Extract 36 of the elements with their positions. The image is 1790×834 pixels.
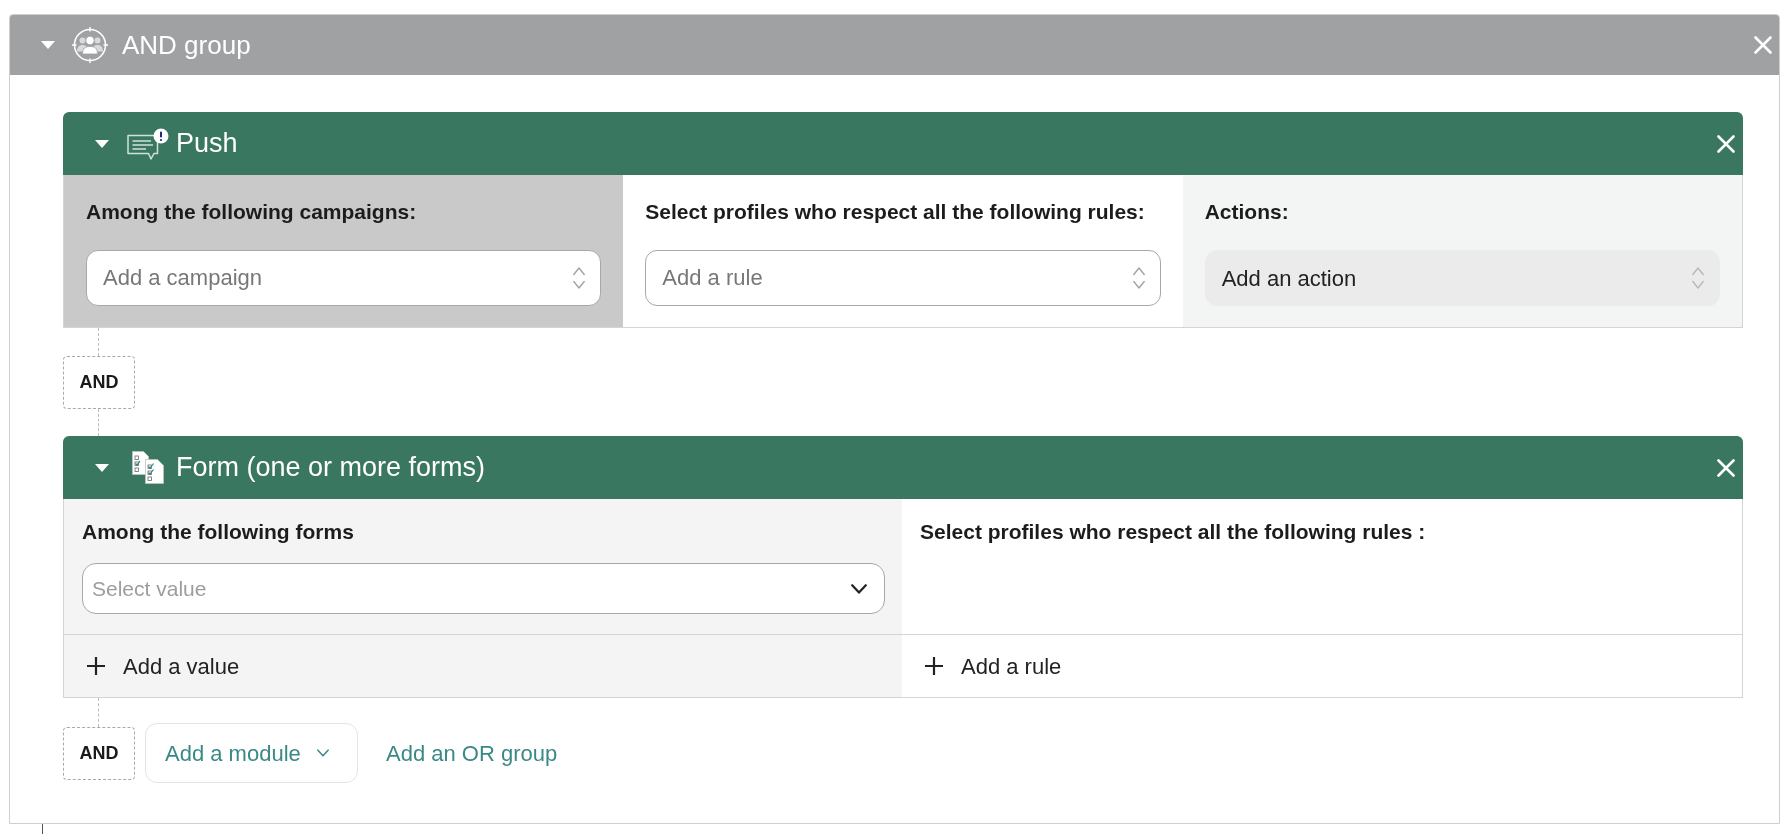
add-group-link[interactable]: Add an OR group [386, 723, 558, 783]
section-label: Select profiles who respect all the following rules: [645, 199, 1146, 225]
caret-icon[interactable] [95, 463, 109, 472]
chevron-updown-icon [1692, 267, 1704, 289]
chevron-down-icon [316, 749, 329, 757]
message-alert-icon [127, 127, 169, 160]
select-field[interactable]: Add a rule [645, 250, 1161, 306]
section-label: Actions: [1204, 199, 1290, 225]
plus-icon [87, 657, 105, 675]
connector-line [98, 328, 99, 356]
section-label: Among the following campaigns: [86, 199, 418, 225]
close-icon[interactable] [1717, 458, 1735, 477]
close-icon[interactable] [1754, 36, 1772, 54]
operator-label: AND [63, 727, 135, 780]
add-button[interactable]: Add a value [87, 649, 240, 683]
connector-line [42, 824, 43, 834]
chevron-updown-icon [1132, 267, 1145, 289]
section-label: Select profiles who respect all the following rules : [920, 519, 1427, 545]
chevron-updown-icon [573, 267, 586, 289]
group-title: AND group [122, 28, 251, 62]
section-label: Among the following forms [82, 519, 355, 545]
select-field[interactable]: Select value [82, 563, 885, 614]
action-select[interactable]: Add an action [1204, 250, 1720, 306]
operator-label: AND [63, 356, 135, 409]
chevron-down-icon [851, 584, 867, 594]
people-circle-icon [72, 27, 108, 63]
module-title: Form (one or more forms) [176, 451, 486, 485]
caret-icon[interactable] [41, 41, 55, 49]
close-icon[interactable] [1717, 134, 1735, 153]
select-field[interactable]: Add a campaign [86, 250, 602, 306]
checklist-documents-icon [132, 451, 164, 484]
add-module-button[interactable]: Add a module [145, 723, 358, 783]
caret-icon[interactable] [95, 139, 109, 148]
module-title: Push [176, 127, 238, 161]
plus-icon [925, 657, 943, 675]
add-button[interactable]: Add a rule [925, 649, 1062, 683]
